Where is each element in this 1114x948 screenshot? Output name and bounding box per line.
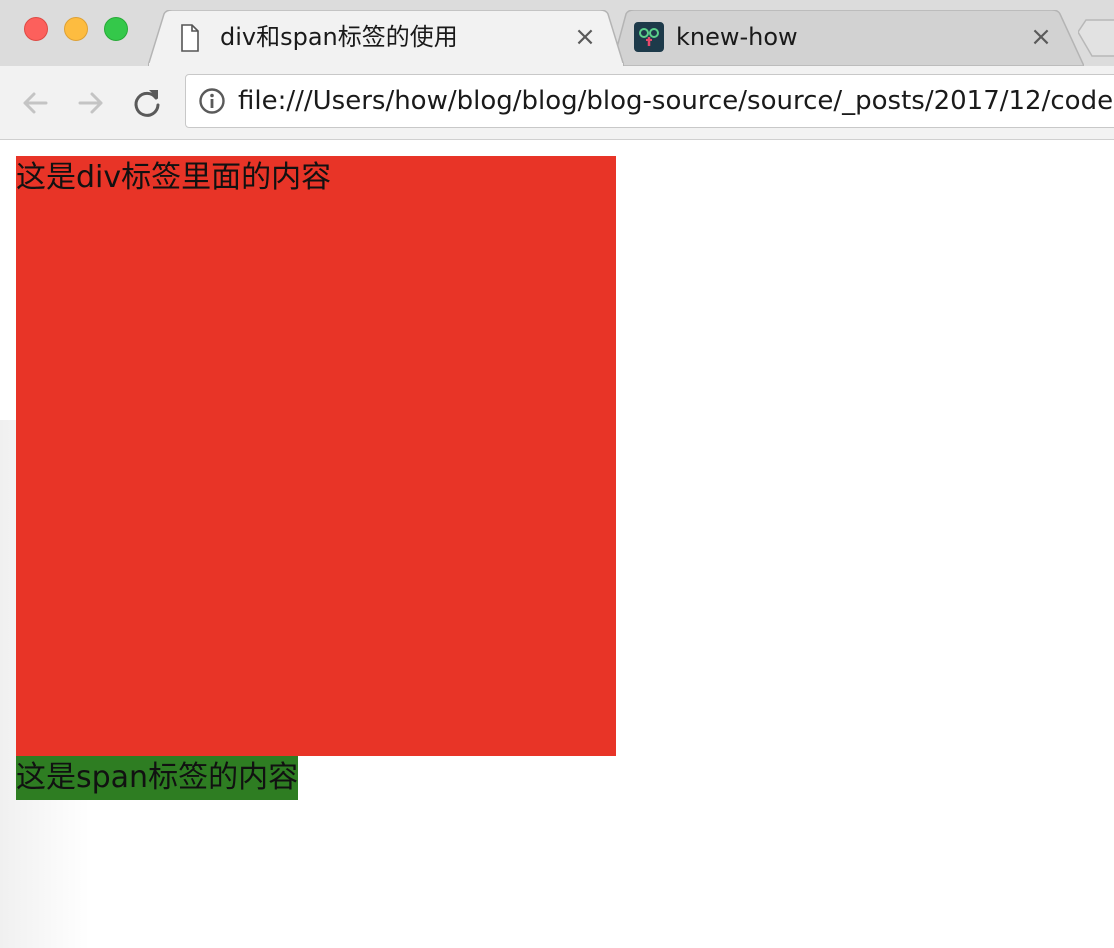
forward-arrow-icon[interactable] — [74, 86, 108, 120]
red-div-block: 这是div标签里面的内容 — [16, 156, 616, 756]
tab-title: div和span标签的使用 — [220, 23, 458, 51]
tab-title: knew-how — [676, 23, 798, 51]
span-line: 这是span标签的内容 — [16, 756, 299, 800]
close-tab-icon[interactable]: × — [1028, 24, 1054, 50]
info-icon[interactable] — [198, 87, 226, 115]
browser-window: knew-how × div和span标签的使用 × file:///Users… — [0, 0, 1114, 948]
file-icon — [181, 24, 199, 52]
url-text: file:///Users/how/blog/blog/blog-source/… — [238, 86, 1114, 116]
page-viewport: 这是div标签里面的内容 这是span标签的内容 — [0, 140, 1114, 948]
back-arrow-icon[interactable] — [18, 86, 52, 120]
address-bar[interactable]: file:///Users/how/blog/blog/blog-source/… — [185, 74, 1114, 128]
close-tab-icon[interactable]: × — [572, 24, 598, 50]
knew-how-favicon-icon — [634, 22, 664, 52]
tab-knew-how[interactable]: knew-how × — [612, 10, 1084, 66]
tab-div-span[interactable]: div和span标签的使用 × — [148, 10, 624, 66]
window-maximize-button[interactable] — [104, 17, 128, 41]
green-span-inline: 这是span标签的内容 — [16, 756, 299, 800]
tab-strip: knew-how × div和span标签的使用 × — [0, 0, 1114, 66]
window-close-button[interactable] — [24, 17, 48, 41]
window-minimize-button[interactable] — [64, 17, 88, 41]
browser-toolbar: file:///Users/how/blog/blog/blog-source/… — [0, 66, 1114, 140]
reload-icon[interactable] — [130, 86, 164, 120]
